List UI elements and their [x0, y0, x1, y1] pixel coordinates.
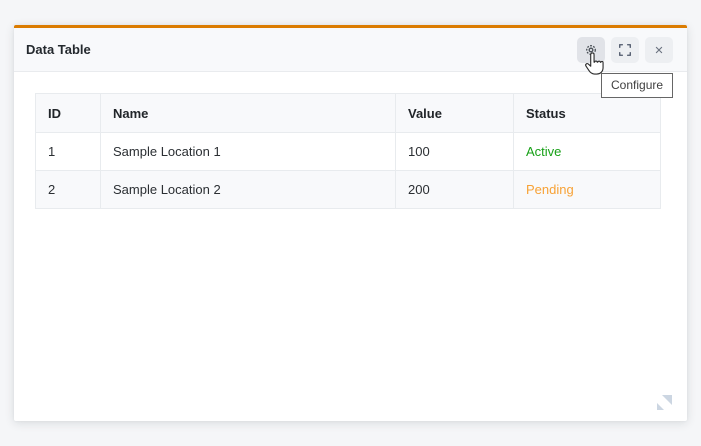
- resize-arrow-icon: [653, 393, 674, 414]
- panel-header: Data Table: [14, 28, 687, 72]
- cell-name: Sample Location 1: [101, 133, 396, 171]
- cell-value: 100: [396, 133, 514, 171]
- expand-button[interactable]: [611, 37, 639, 63]
- configure-button[interactable]: [577, 37, 605, 63]
- column-header-name: Name: [101, 94, 396, 133]
- column-header-id: ID: [36, 94, 101, 133]
- panel-body: ID Name Value Status 1 Sample Location 1…: [14, 72, 687, 209]
- panel-actions: [577, 37, 673, 63]
- table-row: 1 Sample Location 1 100 Active: [36, 133, 661, 171]
- cell-id: 1: [36, 133, 101, 171]
- cell-name: Sample Location 2: [101, 171, 396, 209]
- gear-icon: [584, 43, 598, 57]
- cell-value: 200: [396, 171, 514, 209]
- cell-id: 2: [36, 171, 101, 209]
- data-table-panel: Data Table: [14, 25, 687, 421]
- tooltip-text: Configure: [611, 78, 663, 92]
- column-header-status: Status: [514, 94, 661, 133]
- data-table: ID Name Value Status 1 Sample Location 1…: [35, 93, 661, 209]
- resize-handle[interactable]: [653, 393, 674, 414]
- close-icon: [653, 44, 665, 56]
- configure-tooltip: Configure: [601, 73, 673, 98]
- close-button[interactable]: [645, 37, 673, 63]
- expand-icon: [618, 43, 632, 57]
- panel-title: Data Table: [26, 42, 91, 57]
- table-row: 2 Sample Location 2 200 Pending: [36, 171, 661, 209]
- table-header-row: ID Name Value Status: [36, 94, 661, 133]
- cell-status: Active: [514, 133, 661, 171]
- cell-status: Pending: [514, 171, 661, 209]
- column-header-value: Value: [396, 94, 514, 133]
